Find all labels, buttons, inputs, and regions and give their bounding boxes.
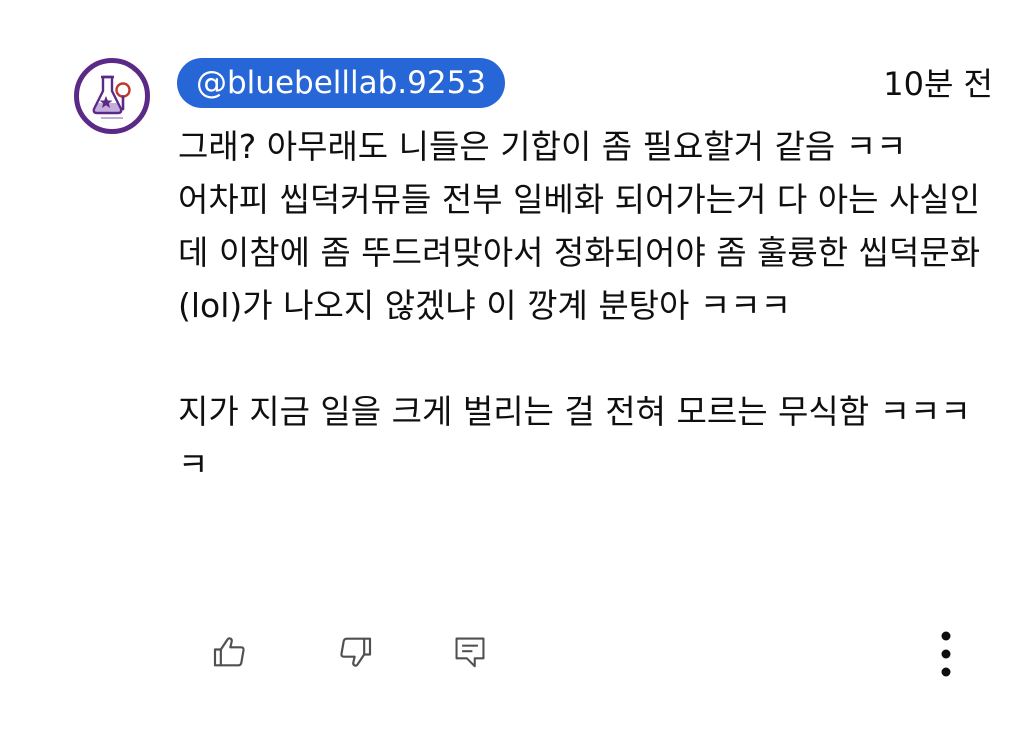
author-handle[interactable]: @bluebelllab.9253 [177, 58, 506, 108]
thumbs-down-icon [340, 637, 372, 667]
reply-button[interactable] [442, 624, 498, 680]
lab-flask-icon [81, 65, 143, 127]
comment-line: 지가 지금 일을 크게 벌리는 걸 전혀 모르는 무식함 ㅋㅋㅋㅋ [178, 392, 971, 484]
author-avatar[interactable] [74, 58, 150, 134]
more-vertical-icon [941, 631, 951, 677]
thumbs-up-icon [213, 637, 245, 667]
reply-comment-icon [455, 637, 485, 668]
comment-line: 그래? 아무래도 니들은 기합이 좀 필요할거 같음 ㅋㅋ [178, 127, 907, 166]
comment-text: 그래? 아무래도 니들은 기합이 좀 필요할거 같음 ㅋㅋ 어차피 씹덕커뮤들 … [178, 120, 1000, 491]
like-button[interactable] [202, 624, 258, 680]
comment-blank-line [178, 332, 1000, 385]
comment-action-bar [0, 620, 1029, 690]
more-options-button[interactable] [918, 622, 974, 686]
dislike-button[interactable] [327, 624, 383, 680]
comment-line: 어차피 씹덕커뮤들 전부 일베화 되어가는거 다 아는 사실인데 이참에 좀 뚜… [178, 180, 981, 325]
comment-timestamp[interactable]: 10분 전 [883, 62, 993, 106]
